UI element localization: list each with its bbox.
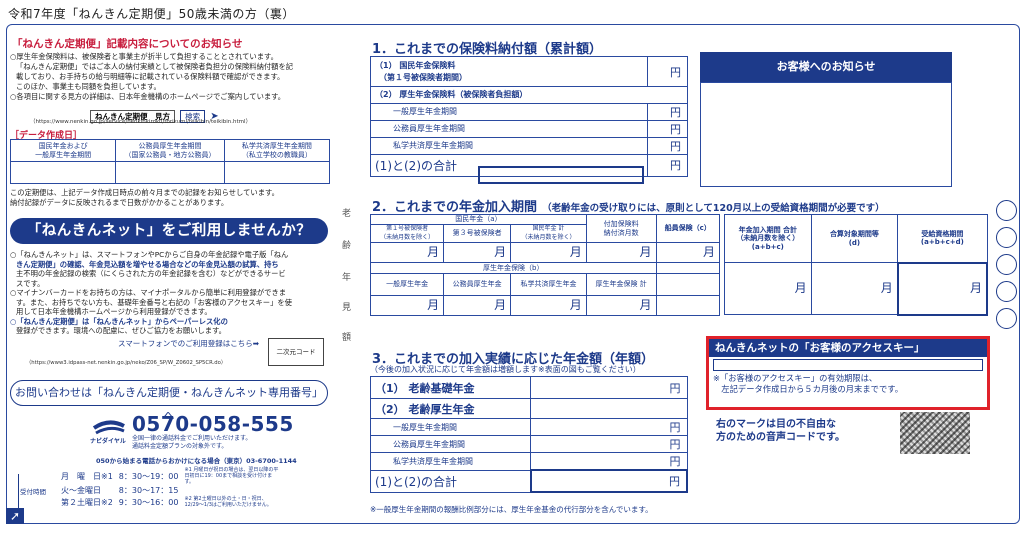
voice-code-image [900, 412, 970, 454]
info-url[interactable]: （https://www.nenkin.go.jp/service/nenkin… [30, 117, 251, 125]
phone-notes: 全国一律の通話料金でご利用いただけます。 通話料金定額プランの対象外です。 [132, 435, 252, 450]
smartphone-link[interactable]: スマートフォンでのご利用登録はこちら➡ [118, 338, 259, 349]
access-note-1: ※「お客様のアクセスキー」の有効期限は、 [713, 373, 878, 383]
notice-heading: お客様へのお知らせ [700, 52, 952, 82]
side-char: 齢 [342, 241, 352, 251]
section2-table: 国民年金（a） 付加保険料 納付済月数 船員保険（c） 第１号被保険者 （未納月数を… [369, 214, 721, 316]
register-url[interactable]: （https://www3.idpass-net.nenkin.go.jp/ne… [26, 358, 226, 366]
circle-mark [996, 308, 1017, 329]
side-char: 額 [342, 333, 352, 343]
side-char: 老 [342, 209, 352, 219]
section1-title: 1．これまでの保険料納付額（累計額） [372, 42, 603, 57]
circle-mark [996, 227, 1017, 248]
section3-subtitle: （今後の加入状況に応じて年金額は増額します※表面の図もご覧ください） [370, 365, 641, 374]
net-text: ○「ねんきんネット」は、スマートフォンやPCからご自身の年金記録や電子版「ねん … [10, 250, 292, 335]
info-heading: 「ねんきん定期便」記載内容についてのお知らせ [12, 38, 243, 50]
section2-title-row: 2．これまでの年金加入期間 （老齢年金の受け取りには、原則として120月以上の受… [372, 200, 885, 215]
access-note-2: 左記データ作成日から５カ月後の月末までです。 [713, 384, 904, 394]
section1-total-box [478, 166, 644, 184]
info-text: ○厚生年金保険料は、被保険者と事業主が折半して負担することとされています。 「ね… [10, 52, 294, 101]
notice-body [700, 82, 952, 187]
hours-table: 月 曜 日※1 8：30〜19：00 ※1 月曜日が祝日の場合は、翌日以降の平日初日… [61, 467, 279, 508]
circle-marks [996, 200, 1017, 329]
inquiry-banner: お問い合わせは「ねんきん定期便・ねんきんネット専用番号」へ [10, 380, 328, 422]
page-title: 令和7年度「ねんきん定期便」50歳未満の方（裏） [8, 7, 295, 21]
circle-mark [996, 200, 1017, 221]
side-char: 見 [342, 303, 352, 313]
navi-dial-label: ナビダイヤル [90, 438, 126, 445]
section2-summary-table: 年金加入期間 合計 （未納月数を除く） (a+b+c) 合算対象期間等 (d) … [724, 214, 989, 316]
access-key-field [713, 359, 983, 371]
circle-mark [996, 281, 1017, 302]
phone-number[interactable]: 0570-058-555 [132, 412, 294, 436]
footnote: ※一般厚生年金期間の報酬比例部分には、厚生年金基金の代行部分を含んでいます。 [370, 505, 653, 514]
section1-table: （1） 国民年金保険料 （第１号被保険者期間）円 （2） 厚生年金保険料（被保険… [370, 56, 688, 177]
navi-dial-icon [92, 414, 126, 436]
data-note: この定期便は、上記データ作成日時点の前々月までの記録をお知らせしています。 納付… [10, 188, 279, 207]
circle-mark [996, 254, 1017, 275]
hours-bracket [18, 474, 19, 510]
access-key-title: ねんきんネットの「お客様のアクセスキー」 [709, 339, 987, 357]
qr-code-placeholder: 二次元コード [268, 338, 324, 366]
nenkin-net-banner: 「ねんきんネット」をご利用しませんか？ [10, 218, 328, 244]
data-date-table: 国民年金および 一般厚生年金期間 公務員厚生年金期間 （国家公務員・地方公務員）… [9, 139, 331, 184]
access-key-box: ねんきんネットの「お客様のアクセスキー」 ※「お客様のアクセスキー」の有効期限は… [706, 336, 990, 410]
side-char: 年 [342, 273, 352, 283]
voice-code-text: 右のマークは目の不自由な 方のための音声コードです。 [716, 419, 845, 443]
section3-table: （1） 老齢基礎年金円 （2） 老齢厚生年金 一般厚生年金期間円 公務員厚生年金… [370, 376, 688, 493]
phone-alt[interactable]: 050から始まる電話からおかけになる場合（東京）03-6700-1144 [96, 455, 297, 465]
corner-arrow-icon: ➚ [6, 508, 24, 524]
hours-label: 受付時間 [20, 488, 46, 496]
